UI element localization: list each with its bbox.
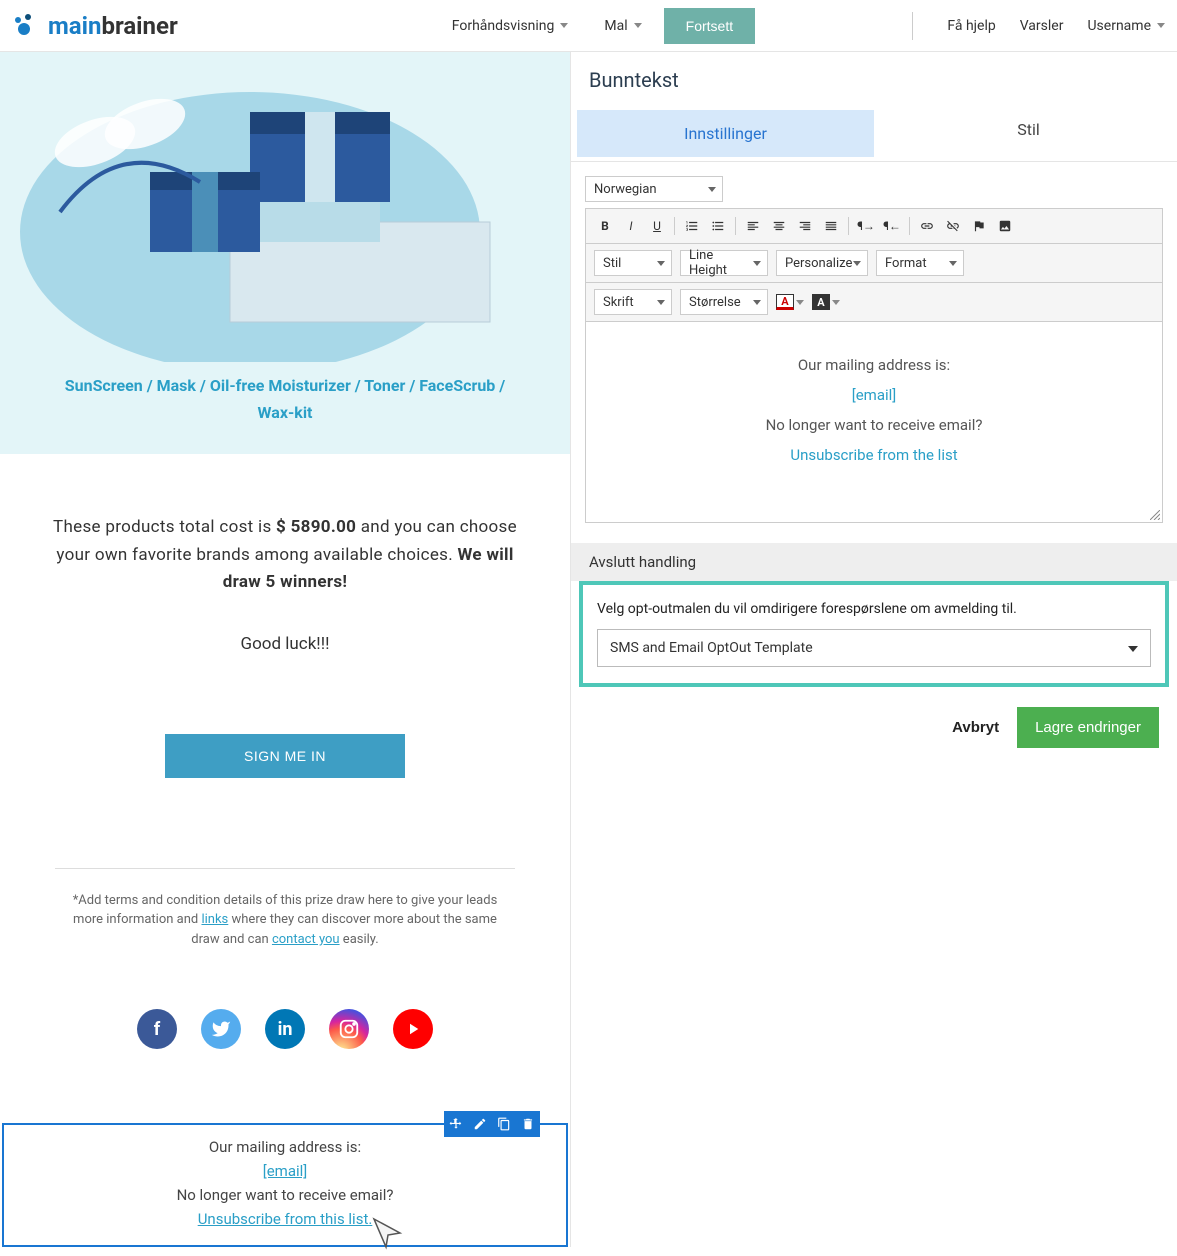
delete-icon[interactable] bbox=[516, 1111, 540, 1137]
footer-nolonger-text: No longer want to receive email? bbox=[4, 1183, 566, 1207]
move-icon[interactable] bbox=[444, 1111, 468, 1137]
hero-image bbox=[0, 52, 570, 362]
editor-unsubscribe-link[interactable]: Unsubscribe from the list bbox=[790, 446, 957, 464]
resize-handle-icon[interactable] bbox=[1150, 510, 1160, 520]
unlink-icon[interactable] bbox=[942, 215, 964, 237]
separator bbox=[912, 12, 913, 40]
caret-icon bbox=[634, 23, 642, 28]
sign-me-in-button[interactable]: SIGN ME IN bbox=[165, 734, 405, 778]
sidebar-title: Bunntekst bbox=[571, 52, 1177, 106]
logo-icon bbox=[12, 13, 42, 39]
block-toolbar bbox=[444, 1111, 540, 1137]
footer-unsubscribe-link[interactable]: Unsubscribe from this list. bbox=[198, 1210, 373, 1228]
footer-email-link[interactable]: [email] bbox=[263, 1162, 308, 1180]
ltr-icon[interactable]: ¶→ bbox=[855, 215, 877, 237]
terms-links-link[interactable]: links bbox=[201, 912, 228, 927]
editor-toolbar-row1: B I U ¶→ ¶← bbox=[586, 209, 1162, 244]
tab-settings[interactable]: Innstillinger bbox=[577, 110, 874, 157]
body-text: These products total cost is $ 5890.00 a… bbox=[0, 454, 570, 596]
linkedin-icon[interactable]: in bbox=[265, 1009, 305, 1049]
editor-content[interactable]: Our mailing address is: [email] No longe… bbox=[586, 322, 1162, 522]
align-justify-icon[interactable] bbox=[820, 215, 842, 237]
cursor-icon bbox=[370, 1215, 406, 1251]
flag-icon[interactable] bbox=[968, 215, 990, 237]
bg-color-icon[interactable]: A bbox=[812, 291, 840, 313]
tab-style[interactable]: Stil bbox=[880, 106, 1177, 161]
editor-nolonger-text: No longer want to receive email? bbox=[606, 410, 1142, 440]
nav-center: Forhåndsvisning Mal Fortsett bbox=[438, 8, 755, 44]
footer-address-label: Our mailing address is: bbox=[4, 1135, 566, 1159]
cancel-button[interactable]: Avbryt bbox=[952, 719, 999, 736]
continue-button[interactable]: Fortsett bbox=[664, 8, 755, 44]
nav-alerts[interactable]: Varsler bbox=[1020, 18, 1064, 34]
image-icon[interactable] bbox=[994, 215, 1016, 237]
nav-right: Få hjelp Varsler Username bbox=[912, 12, 1165, 40]
twitter-icon[interactable] bbox=[201, 1009, 241, 1049]
italic-icon[interactable]: I bbox=[620, 215, 642, 237]
footer-block-selected[interactable]: Our mailing address is: [email] No longe… bbox=[2, 1123, 568, 1247]
font-select[interactable]: Skrift bbox=[594, 289, 672, 315]
size-select[interactable]: Størrelse bbox=[680, 289, 768, 315]
top-bar: mainbrainer Forhåndsvisning Mal Fortsett… bbox=[0, 0, 1177, 52]
caret-icon bbox=[560, 23, 568, 28]
tabs: Innstillinger Stil bbox=[571, 106, 1177, 162]
social-row: f in bbox=[0, 949, 570, 1099]
rich-text-editor: B I U ¶→ ¶← Stil bbox=[585, 208, 1163, 523]
unordered-list-icon[interactable] bbox=[707, 215, 729, 237]
underline-icon[interactable]: U bbox=[646, 215, 668, 237]
action-row: Avbryt Lagre endringer bbox=[571, 687, 1177, 768]
terms-contact-link[interactable]: contact you bbox=[272, 932, 340, 947]
goodluck-text: Good luck!!! bbox=[0, 634, 570, 654]
text-color-icon[interactable]: A bbox=[776, 291, 804, 313]
hero-products-text: SunScreen / Mask / Oil-free Moisturizer … bbox=[0, 362, 570, 436]
lineheight-select[interactable]: Line Height bbox=[680, 250, 768, 276]
editor-email-link[interactable]: [email] bbox=[852, 386, 897, 404]
terms-text: *Add terms and condition details of this… bbox=[0, 869, 570, 950]
optout-label: Velg opt-outmalen du vil omdirigere fore… bbox=[597, 601, 1151, 617]
hero-section: SunScreen / Mask / Oil-free Moisturizer … bbox=[0, 52, 570, 454]
main-area: SunScreen / Mask / Oil-free Moisturizer … bbox=[0, 52, 1177, 1247]
logo[interactable]: mainbrainer bbox=[12, 12, 178, 40]
nav-username[interactable]: Username bbox=[1087, 18, 1165, 34]
align-left-icon[interactable] bbox=[742, 215, 764, 237]
format-select[interactable]: Format bbox=[876, 250, 964, 276]
youtube-icon[interactable] bbox=[393, 1009, 433, 1049]
section-end-action: Avslutt handling bbox=[571, 543, 1177, 581]
editor-toolbar-row3: Skrift Størrelse A A bbox=[586, 283, 1162, 322]
style-select[interactable]: Stil bbox=[594, 250, 672, 276]
duplicate-icon[interactable] bbox=[492, 1111, 516, 1137]
align-right-icon[interactable] bbox=[794, 215, 816, 237]
align-center-icon[interactable] bbox=[768, 215, 790, 237]
link-icon[interactable] bbox=[916, 215, 938, 237]
logo-text-main: main bbox=[48, 12, 101, 40]
edit-icon[interactable] bbox=[468, 1111, 492, 1137]
optout-template-select[interactable]: SMS and Email OptOut Template bbox=[597, 629, 1151, 667]
bold-icon[interactable]: B bbox=[594, 215, 616, 237]
nav-help[interactable]: Få hjelp bbox=[947, 18, 995, 34]
facebook-icon[interactable]: f bbox=[137, 1009, 177, 1049]
sidebar: Bunntekst Innstillinger Stil Norwegian B… bbox=[570, 52, 1177, 1247]
editor-address-label: Our mailing address is: bbox=[606, 350, 1142, 380]
rtl-icon[interactable]: ¶← bbox=[881, 215, 903, 237]
editor-toolbar-row2: Stil Line Height Personalize Format bbox=[586, 244, 1162, 283]
save-button[interactable]: Lagre endringer bbox=[1017, 707, 1159, 748]
caret-icon bbox=[1157, 23, 1165, 28]
personalize-select[interactable]: Personalize bbox=[776, 250, 868, 276]
nav-preview[interactable]: Forhåndsvisning bbox=[438, 8, 583, 44]
language-row: Norwegian bbox=[571, 162, 1177, 202]
instagram-icon[interactable] bbox=[329, 1009, 369, 1049]
optout-highlight-box: Velg opt-outmalen du vil omdirigere fore… bbox=[579, 581, 1169, 687]
email-preview: SunScreen / Mask / Oil-free Moisturizer … bbox=[0, 52, 570, 1247]
language-select[interactable]: Norwegian bbox=[585, 176, 723, 202]
logo-text-brain: brainer bbox=[101, 12, 177, 40]
ordered-list-icon[interactable] bbox=[681, 215, 703, 237]
nav-template[interactable]: Mal bbox=[590, 8, 655, 44]
